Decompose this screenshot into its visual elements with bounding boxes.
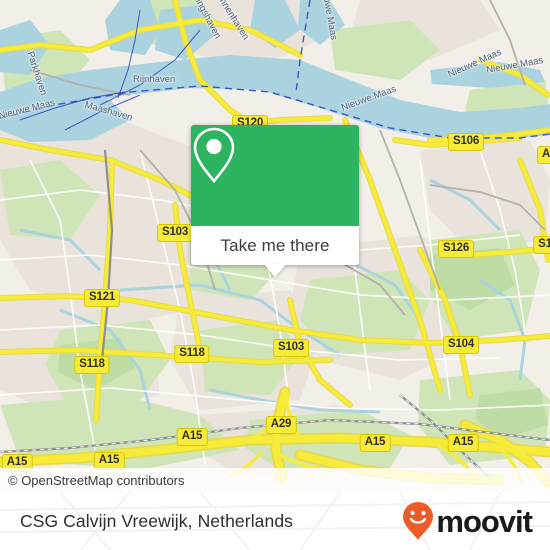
moovit-smiley-pin-icon [403,502,434,540]
osm-attribution[interactable]: © OpenStreetMap contributors [0,468,550,492]
take-me-there-label[interactable]: Take me there [191,226,359,265]
map-canvas[interactable]: Parkhaven Nieuwe Maas Maashaven Rijnhave… [0,0,550,492]
map-pin-icon [193,127,235,184]
attribution-text: © OpenStreetMap contributors [8,472,185,488]
road-shield: A15 [447,434,479,452]
footer-bar: CSG Calvijn Vreewijk, Netherlands moovit [0,492,550,550]
road-shield: S126 [437,240,475,258]
moovit-wordmark: moovit [436,503,533,539]
location-callout[interactable]: Take me there [191,125,359,277]
road-shield: A29 [265,416,297,434]
road-shield: S103 [272,339,310,357]
road-shield: S106 [447,133,485,151]
road-shield: S118 [174,345,210,363]
callout-tail [264,264,286,277]
road-shield: S104 [442,336,480,354]
road-shield: A15 [176,428,208,446]
moovit-logo[interactable]: moovit [402,501,533,541]
road-shield: S1 [533,236,550,254]
map-screenshot: Parkhaven Nieuwe Maas Maashaven Rijnhave… [0,0,550,550]
callout-pin-panel [191,125,359,226]
road-shield: S118 [74,356,110,374]
road-shield: S121 [83,289,121,307]
road-shield: A [536,146,550,164]
road-shield: S103 [156,224,194,242]
water-label: Rijnhaven [133,74,176,85]
place-title: CSG Calvijn Vreewijk, Netherlands [20,510,294,531]
road-shield: A15 [359,434,391,452]
